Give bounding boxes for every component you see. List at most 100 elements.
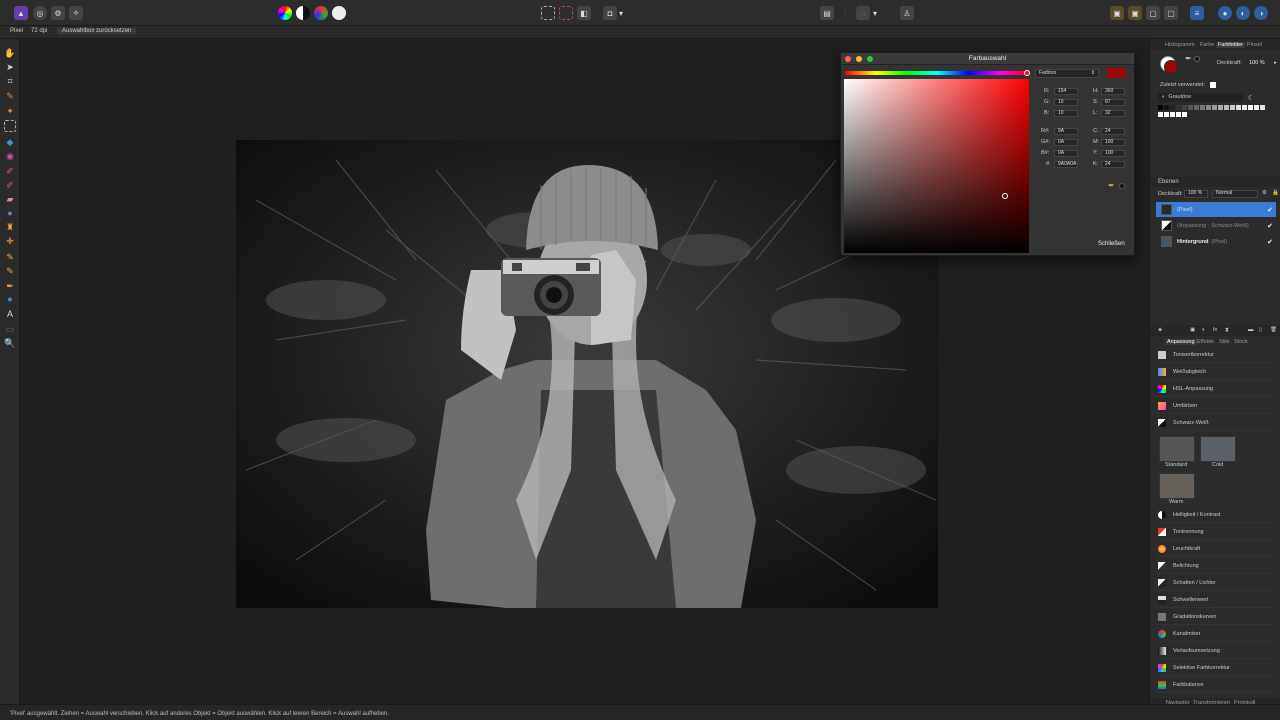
adjustment-channel-mixer[interactable]: Kanalmixer bbox=[1156, 627, 1276, 642]
b-hex-field[interactable]: 0A bbox=[1054, 150, 1078, 157]
dpi-label[interactable]: 72 dpi bbox=[31, 28, 47, 34]
blend-mode-select[interactable]: Normal bbox=[1212, 190, 1258, 198]
gradient-tool-icon[interactable]: ◉ bbox=[4, 150, 16, 162]
arrange-back-icon[interactable]: ▣ bbox=[1110, 6, 1124, 20]
preset-standard-thumb[interactable] bbox=[1159, 436, 1195, 462]
add-group-icon[interactable]: ▬ bbox=[1248, 327, 1254, 333]
snapping-icon[interactable]: ⫶ bbox=[838, 6, 852, 20]
hex-field[interactable]: 9A0A0A bbox=[1054, 161, 1078, 168]
hand-tool-icon[interactable]: ✋ bbox=[4, 47, 16, 59]
adjustment-threshold[interactable]: Schwellenwert bbox=[1156, 593, 1276, 608]
crop-tool-icon[interactable]: ⌗ bbox=[4, 75, 16, 87]
boolean-intersect-icon[interactable]: ◑ bbox=[1254, 6, 1268, 20]
adjustment-gradient-map[interactable]: Verlaufsumsetzung bbox=[1156, 644, 1276, 659]
r-hex-field[interactable]: 9A bbox=[1054, 128, 1078, 135]
g-hex-field[interactable]: 0A bbox=[1054, 139, 1078, 146]
boolean-subtract-icon[interactable]: ◐ bbox=[1236, 6, 1250, 20]
tab-histogram[interactable]: Histogramm bbox=[1165, 42, 1195, 48]
adjustment-color-balance[interactable]: Farbbalance bbox=[1156, 678, 1276, 693]
add-live-filter-icon[interactable]: ⧗ bbox=[1225, 327, 1229, 334]
tab-adjustment[interactable]: Anpassung bbox=[1165, 339, 1197, 345]
add-mask-icon[interactable]: ▣ bbox=[1190, 327, 1195, 333]
visibility-check-icon[interactable]: ✔ bbox=[1267, 206, 1273, 214]
invert-selection-icon[interactable]: ◧ bbox=[577, 6, 591, 20]
preset-warm-thumb[interactable] bbox=[1159, 473, 1195, 499]
r-field[interactable]: 154 bbox=[1054, 88, 1078, 95]
flood-fill-icon[interactable]: ◆ bbox=[4, 136, 16, 148]
visibility-check-icon[interactable]: ✔ bbox=[1267, 222, 1273, 230]
hue-slider[interactable] bbox=[845, 71, 1030, 75]
h-field[interactable]: 360 bbox=[1101, 88, 1125, 95]
deselect-icon[interactable] bbox=[559, 6, 573, 20]
tab-effects[interactable]: Effekte bbox=[1197, 339, 1214, 345]
k-field[interactable]: 24 bbox=[1101, 161, 1125, 168]
move-tool-icon[interactable]: ➤ bbox=[4, 61, 16, 73]
add-adjustment-icon[interactable]: ◐ bbox=[1202, 327, 1205, 333]
add-layer-icon[interactable]: ▯ bbox=[1259, 327, 1262, 333]
view-tool-icon[interactable]: ▭ bbox=[4, 323, 16, 335]
minimize-window-icon[interactable] bbox=[856, 56, 862, 62]
auto-contrast-icon[interactable] bbox=[296, 6, 310, 20]
layers-stack-icon[interactable]: ◈ bbox=[1158, 327, 1162, 333]
photo-image[interactable] bbox=[236, 140, 938, 608]
erase-brush-icon[interactable]: ▰ bbox=[4, 193, 16, 205]
g-field[interactable]: 10 bbox=[1054, 99, 1078, 106]
adjustment-recolor[interactable]: Umfärben bbox=[1156, 399, 1276, 414]
dodge-tool-icon[interactable]: ● bbox=[4, 207, 16, 219]
color-replace-icon[interactable]: ✐ bbox=[4, 179, 16, 191]
zoom-window-icon[interactable] bbox=[867, 56, 873, 62]
adjustment-brightness-contrast[interactable]: Helligkeit / Kontrast bbox=[1156, 508, 1276, 523]
hue-slider-handle[interactable] bbox=[1024, 70, 1030, 76]
develop-persona-icon[interactable]: ◎ bbox=[33, 6, 47, 20]
red-eye-tool-icon[interactable]: ✎ bbox=[4, 265, 16, 277]
arrange-top-icon[interactable]: ▢ bbox=[1164, 6, 1178, 20]
snapping-dropdown-icon[interactable]: ▾ bbox=[871, 6, 879, 20]
adjustment-white-balance[interactable]: Weißabgleich bbox=[1156, 365, 1276, 380]
delete-layer-icon[interactable]: 🗑 bbox=[1270, 327, 1277, 333]
color-well-icon[interactable] bbox=[1119, 183, 1125, 189]
assistant-icon[interactable]: ♙ bbox=[900, 6, 914, 20]
quick-mask-icon[interactable]: ◘ bbox=[603, 6, 617, 20]
c-field[interactable]: 24 bbox=[1101, 128, 1125, 135]
liquify-persona-icon[interactable]: ⚙ bbox=[51, 6, 65, 20]
add-fx-icon[interactable]: fx bbox=[1213, 327, 1217, 333]
layer-row-background[interactable]: Hintergrund (Pixel) ✔ bbox=[1156, 234, 1276, 249]
m-field[interactable]: 100 bbox=[1101, 139, 1125, 146]
zoom-tool-icon[interactable]: 🔍 bbox=[4, 337, 16, 349]
healing-brush-icon[interactable]: ✚ bbox=[4, 235, 16, 247]
adjustment-exposure[interactable]: Belichtung bbox=[1156, 559, 1276, 574]
adjustment-shadows-highlights[interactable]: Schatten / Lichter bbox=[1156, 576, 1276, 591]
text-tool-icon[interactable]: A bbox=[4, 308, 16, 320]
align-icon[interactable]: ▤ bbox=[820, 6, 834, 20]
s-field[interactable]: 87 bbox=[1101, 99, 1125, 106]
paint-brush-icon[interactable]: ✐ bbox=[4, 165, 16, 177]
color-picker-handle[interactable] bbox=[1002, 193, 1008, 199]
saturation-brightness-field[interactable] bbox=[844, 79, 1029, 253]
adjustment-black-white[interactable]: Schwarz-Weiß bbox=[1156, 416, 1276, 431]
eyedropper-icon[interactable]: ✒ bbox=[1108, 181, 1115, 190]
export-persona-icon[interactable]: ⟡ bbox=[69, 6, 83, 20]
primary-color-well[interactable] bbox=[1164, 60, 1178, 74]
tab-styles[interactable]: Stile bbox=[1219, 339, 1230, 345]
app-logo-icon[interactable]: ▲ bbox=[14, 6, 28, 20]
selection-brush-icon[interactable]: ✎ bbox=[4, 90, 16, 102]
adjustment-levels[interactable]: Tonwertkorrektur bbox=[1156, 348, 1276, 363]
opacity-value[interactable]: 100 % bbox=[1249, 60, 1265, 66]
tab-brushes[interactable]: Pinsel bbox=[1247, 42, 1262, 48]
boolean-add-icon[interactable]: ● bbox=[1218, 6, 1232, 20]
y-field[interactable]: 100 bbox=[1101, 150, 1125, 157]
close-window-icon[interactable] bbox=[845, 56, 851, 62]
pen-tool-icon[interactable]: ✒ bbox=[4, 280, 16, 292]
tab-stock[interactable]: Stock bbox=[1234, 339, 1248, 345]
layer-lock-icon[interactable]: 🔒 bbox=[1272, 190, 1279, 196]
close-button[interactable]: Schließen bbox=[1098, 241, 1125, 247]
marquee-tool-icon[interactable] bbox=[4, 120, 16, 132]
clone-tool-icon[interactable]: ♜ bbox=[4, 221, 16, 233]
opacity-dropdown-icon[interactable]: ▸ bbox=[1274, 60, 1277, 66]
l-field[interactable]: 32 bbox=[1101, 110, 1125, 117]
adjustment-curves[interactable]: Gradationskurven bbox=[1156, 610, 1276, 625]
visibility-check-icon[interactable]: ✔ bbox=[1267, 238, 1273, 246]
layer-row-pixel[interactable]: (Pixel) ✔ bbox=[1156, 202, 1276, 217]
eyedropper-icon[interactable]: ✒ bbox=[1185, 54, 1192, 63]
blemish-tool-icon[interactable]: ✎ bbox=[4, 251, 16, 263]
